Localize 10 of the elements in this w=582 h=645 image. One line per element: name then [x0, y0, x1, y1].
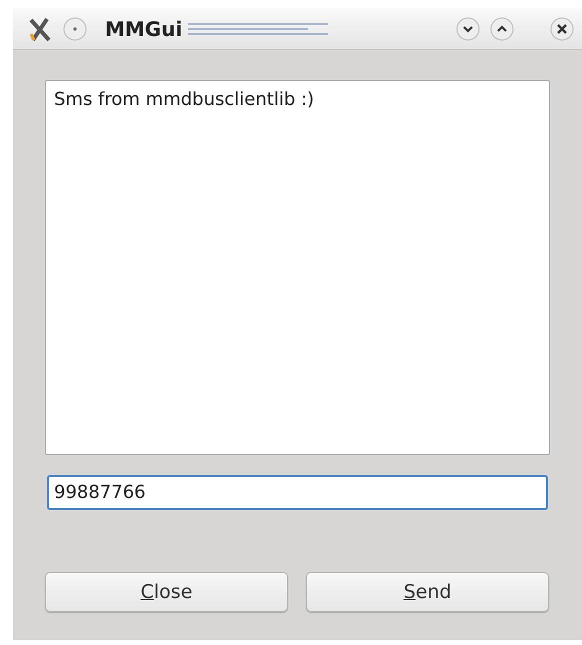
dialog-button[interactable]: Send: [306, 572, 549, 612]
dialog-button[interactable]: Close: [45, 572, 288, 612]
message-field[interactable]: Sms from mmdbusclientlib :): [45, 80, 550, 455]
window-title: MMGui: [105, 16, 182, 40]
minimize-button[interactable]: [456, 16, 480, 40]
maximize-button[interactable]: [490, 16, 514, 40]
x-logo-icon: [27, 16, 53, 42]
close-icon[interactable]: [550, 16, 574, 40]
title-grip-icon: [188, 20, 328, 36]
number-field[interactable]: 99887766: [47, 475, 548, 510]
